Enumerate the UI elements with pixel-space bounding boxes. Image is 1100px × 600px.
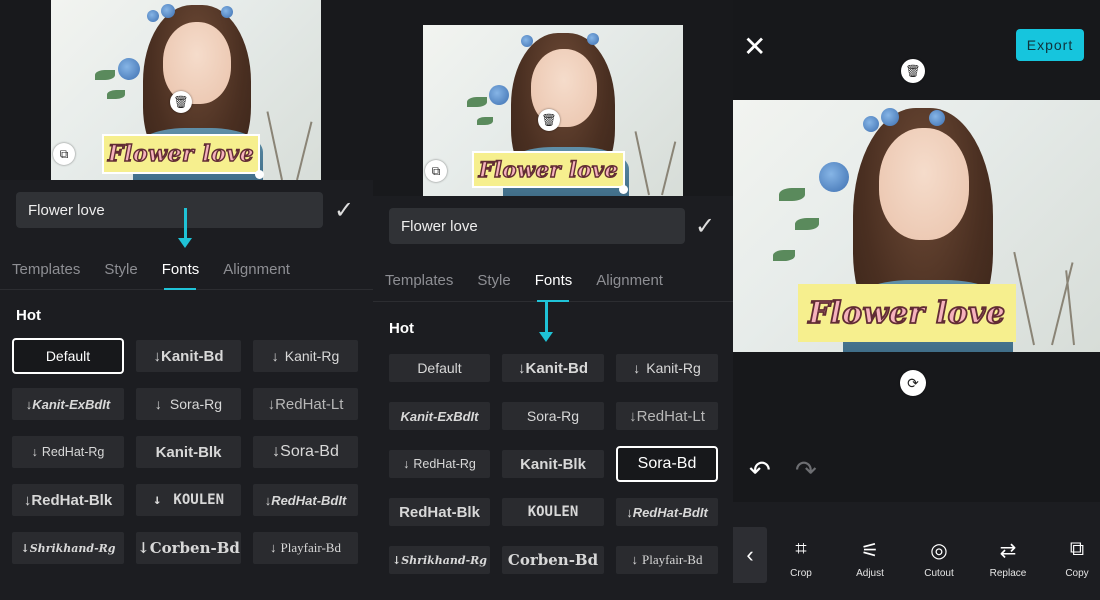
replace-icon: ⇄ <box>999 540 1017 562</box>
font-option-kanit-rg[interactable]: ↓ Kanit-Rg <box>616 354 718 382</box>
tab-bar: Templates Style Fonts Alignment <box>0 250 373 290</box>
overlay-text: Flower love <box>107 140 255 167</box>
font-option-kanit-bd[interactable]: ↓ Kanit-Bd <box>136 340 241 372</box>
font-option-default[interactable]: Default <box>389 354 490 382</box>
copy-icon: ⧉ <box>1069 538 1085 560</box>
tab-style[interactable]: Style <box>465 260 522 301</box>
tab-alignment[interactable]: Alignment <box>584 260 675 301</box>
confirm-check-icon[interactable]: ✓ <box>695 212 715 241</box>
close-icon[interactable]: ✕ <box>743 30 766 63</box>
tab-fonts[interactable]: Fonts <box>523 260 585 301</box>
delete-icon[interactable]: 🗑 <box>170 91 192 113</box>
font-option-redhat-bdit[interactable]: ↓ RedHat-BdIt <box>253 484 358 516</box>
font-option-redhat-rg[interactable]: ↓ RedHat-Rg <box>389 450 490 478</box>
sliders-icon: ⚟ <box>861 540 879 562</box>
text-input[interactable] <box>16 192 323 228</box>
font-option-corben-bd[interactable]: ↓ Corben-Bd <box>136 532 241 564</box>
editor-panel-2: Flower love 🗑 ⧉ ✓ Templates Style Fonts … <box>373 0 733 600</box>
confirm-check-icon[interactable]: ✓ <box>334 196 354 225</box>
font-option-kanit-exbdit[interactable]: Kanit-ExBdIt <box>389 402 490 430</box>
font-option-kanit-blk[interactable]: Kanit-Blk <box>502 450 604 478</box>
section-hot-label: Hot <box>389 320 414 337</box>
font-option-shrikhand-rg[interactable]: ↓ Shrikhand-Rg <box>12 532 124 564</box>
font-option-redhat-lt[interactable]: ↓ RedHat-Lt <box>616 402 718 430</box>
text-edit-sheet: ✓ Templates Style Fonts Alignment Hot De… <box>373 196 733 600</box>
editor-panel-3: ✕ Export 🗑 Flower love ⟳ ↶ ↷ ‹ ⌗ Crop ⚟ … <box>733 0 1100 600</box>
font-grid: Default ↓ Kanit-Bd ↓ Kanit-Rg Kanit-ExBdIt… <box>389 354 719 574</box>
cutout-icon: ◎ <box>930 540 948 562</box>
font-option-redhat-blk[interactable]: RedHat-Blk <box>389 498 490 526</box>
font-option-redhat-rg[interactable]: ↓ RedHat-Rg <box>12 436 124 468</box>
font-grid: Default ↓ Kanit-Bd ↓ Kanit-Rg ↓ Kanit-ExBdI… <box>12 338 358 564</box>
rotate-icon[interactable]: ⟳ <box>900 370 926 396</box>
font-option-default[interactable]: Default <box>12 338 124 374</box>
adjust-button[interactable]: ⚟ Adjust <box>840 538 900 579</box>
font-option-kanit-rg[interactable]: ↓ Kanit-Rg <box>253 340 358 372</box>
font-option-corben-bd[interactable]: Corben-Bd <box>502 546 604 574</box>
font-option-sora-rg[interactable]: ↓ Sora-Rg <box>136 388 241 420</box>
tab-alignment[interactable]: Alignment <box>211 250 302 289</box>
font-option-shrikhand-rg[interactable]: ↓ Shrikhand-Rg <box>389 546 490 574</box>
font-option-koulen[interactable]: KOULEN <box>502 498 604 526</box>
tab-style[interactable]: Style <box>92 250 149 289</box>
font-option-playfair-bd[interactable]: ↓ Playfair-Bd <box>616 546 718 574</box>
font-option-redhat-bdit[interactable]: ↓ RedHat-BdIt <box>616 498 718 526</box>
text-edit-sheet: ✓ Templates Style Fonts Alignment Hot De… <box>0 180 373 600</box>
delete-icon[interactable]: 🗑 <box>901 59 925 83</box>
pointer-arrow <box>178 208 192 248</box>
font-option-redhat-lt[interactable]: ↓ RedHat-Lt <box>253 388 358 420</box>
font-option-redhat-blk[interactable]: ↓ RedHat-Blk <box>12 484 124 516</box>
overlay-text: Flower love <box>478 156 619 182</box>
tab-fonts[interactable]: Fonts <box>150 250 212 289</box>
overlay-text: Flower love <box>807 295 1006 332</box>
back-chevron-icon[interactable]: ‹ <box>733 527 767 583</box>
section-hot-label: Hot <box>16 307 41 324</box>
text-overlay-box[interactable]: Flower love <box>102 134 260 174</box>
resize-handle[interactable] <box>255 170 264 179</box>
cutout-button[interactable]: ◎ Cutout <box>909 538 969 579</box>
font-option-kanit-blk[interactable]: Kanit-Blk <box>136 436 241 468</box>
copy-button[interactable]: ⧉ Copy <box>1047 538 1100 579</box>
export-button[interactable]: Export <box>1016 29 1084 61</box>
font-option-sora-bd[interactable]: Sora-Bd <box>616 446 718 482</box>
replace-button[interactable]: ⇄ Replace <box>978 538 1038 579</box>
bottom-toolbar: ‹ ⌗ Crop ⚟ Adjust ◎ Cutout ⇄ Replace ⧉ C… <box>733 502 1100 600</box>
font-option-kanit-bd[interactable]: ↓ Kanit-Bd <box>502 354 604 382</box>
text-input[interactable] <box>389 208 685 244</box>
font-option-sora-bd[interactable]: ↓ Sora-Bd <box>253 436 358 468</box>
copy-overlay-icon[interactable]: ⧉ <box>53 143 75 165</box>
pointer-arrow <box>539 302 553 342</box>
font-option-sora-rg[interactable]: Sora-Rg <box>502 402 604 430</box>
tab-templates[interactable]: Templates <box>0 250 92 289</box>
crop-icon: ⌗ <box>795 538 807 560</box>
copy-overlay-icon[interactable]: ⧉ <box>425 160 447 182</box>
undo-icon[interactable]: ↶ <box>749 455 771 486</box>
redo-icon: ↷ <box>795 455 817 485</box>
font-option-playfair-bd[interactable]: ↓ Playfair-Bd <box>253 532 358 564</box>
tab-templates[interactable]: Templates <box>373 260 465 301</box>
delete-icon[interactable]: 🗑 <box>538 109 560 131</box>
font-option-kanit-exbdit[interactable]: ↓ Kanit-ExBdIt <box>12 388 124 420</box>
text-overlay-box: Flower love <box>798 284 1016 342</box>
crop-button[interactable]: ⌗ Crop <box>771 538 831 579</box>
resize-handle[interactable] <box>619 185 628 194</box>
tab-bar: Templates Style Fonts Alignment <box>373 260 733 302</box>
font-option-koulen[interactable]: ↓ KOULEN <box>136 484 241 516</box>
editor-panel-1: Flower love 🗑 ⧉ ✓ Templates Style Fonts … <box>0 0 373 600</box>
text-overlay-box[interactable]: Flower love <box>472 151 625 188</box>
